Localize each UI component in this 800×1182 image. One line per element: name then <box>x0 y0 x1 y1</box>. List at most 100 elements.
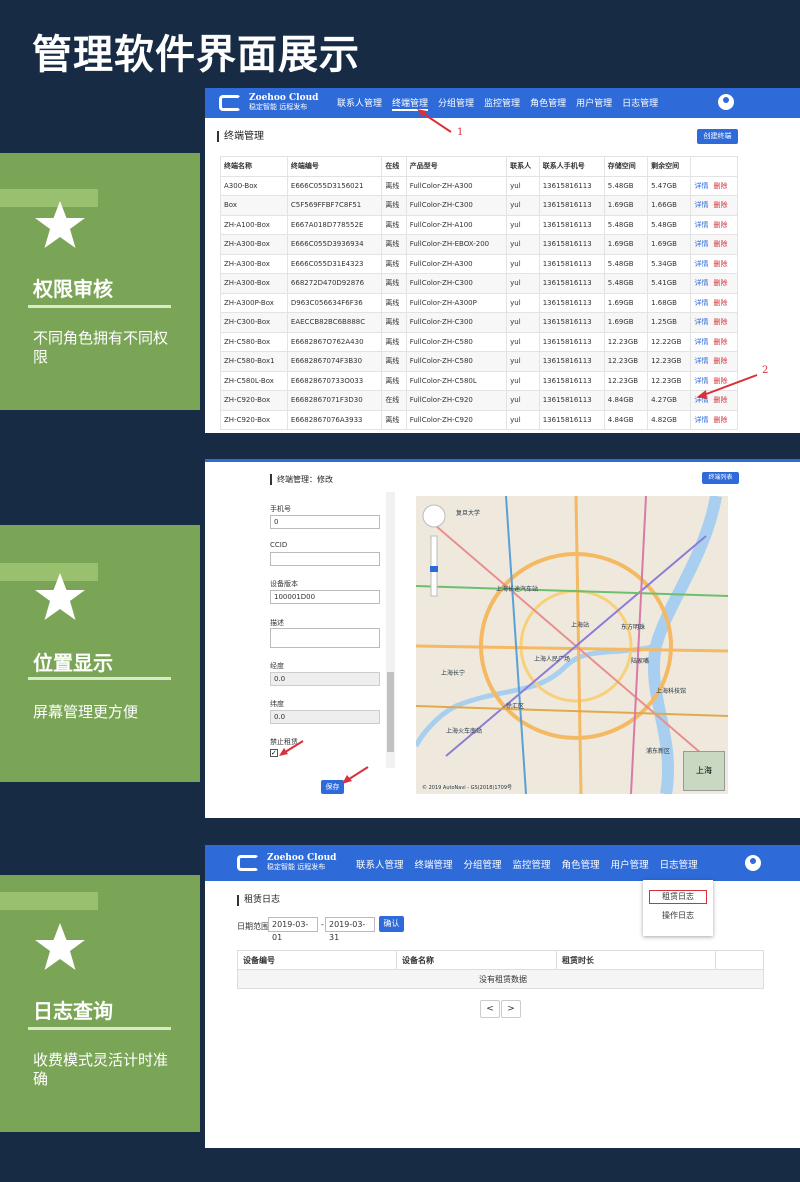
field-label: 纬度 <box>270 700 284 708</box>
feature-desc: 收费模式灵活计时准确 <box>33 1051 169 1088</box>
column-header: 设备名称 <box>396 950 557 970</box>
ccid-input[interactable] <box>270 552 380 566</box>
nav-item-contacts[interactable]: 联系人管理 <box>356 857 404 871</box>
map-label: 浦东新区 <box>646 748 671 755</box>
user-avatar-icon[interactable] <box>745 855 761 871</box>
detail-link[interactable]: 详情 <box>694 221 708 229</box>
terminal-list-button[interactable]: 终端列表 <box>702 472 739 484</box>
nav-item-terminals[interactable]: 终端管理 <box>415 857 453 871</box>
description-input[interactable] <box>270 628 380 648</box>
detail-link[interactable]: 详情 <box>694 201 708 209</box>
detail-link[interactable]: 详情 <box>694 318 708 326</box>
table-cell: 1.69GB <box>603 234 649 255</box>
detail-link[interactable]: 详情 <box>694 299 708 307</box>
table-cell: 13615816113 <box>538 370 605 391</box>
detail-link[interactable]: 详情 <box>694 357 708 365</box>
table-cell: ZH-A300-Box <box>220 234 288 255</box>
table-cell: 5.41GB <box>647 273 692 294</box>
detail-link[interactable]: 详情 <box>694 338 708 346</box>
table-row: ZH-A100-Box E667A018D778552E 离线 FullColor-Z… <box>220 214 738 235</box>
feature-card-location: 位置显示 屏幕管理更方便 <box>0 525 200 782</box>
map-overview[interactable]: 上海 <box>683 751 725 791</box>
table-row: ZH-C580L-Box E66828670733O033 离线 FullColor-… <box>220 370 738 391</box>
brand-slogan: 稳定智能 远程发布 <box>249 103 308 111</box>
delete-link[interactable]: 删除 <box>713 318 727 326</box>
location-map[interactable]: 上海长途汽车站 上海站 上海人民广场 东方明珠 上海科技馆 上海火车南站 上海长… <box>416 496 728 794</box>
create-terminal-button[interactable]: 创建终端 <box>697 129 738 144</box>
date-from-input[interactable]: 2019-03-01 <box>268 917 318 942</box>
table-cell: 1.69GB <box>647 234 692 255</box>
terminal-table: 终端名称 终端编号 在线 产品型号 联系人 联系人手机号 存储空间 剩余空间 A… <box>220 156 738 430</box>
column-header: 在线 <box>381 156 407 177</box>
detail-link[interactable]: 详情 <box>694 416 708 424</box>
table-cell: 1.68GB <box>647 292 692 313</box>
nav-item-roles[interactable]: 角色管理 <box>562 857 600 871</box>
delete-link[interactable]: 删除 <box>713 221 727 229</box>
table-cell: 5.47GB <box>647 175 692 196</box>
scrollbar-thumb[interactable] <box>387 672 394 752</box>
nav-item-users[interactable]: 用户管理 <box>576 96 612 111</box>
device-version-input[interactable]: 100001D00 <box>270 590 380 604</box>
dropdown-item-rent-log[interactable]: 租赁日志 <box>649 890 707 904</box>
user-avatar-icon[interactable] <box>718 94 734 110</box>
feature-title: 权限审核 <box>33 277 113 301</box>
table-cell: FullColor-ZH-A300 <box>405 253 508 274</box>
nav-item-groups[interactable]: 分组管理 <box>464 857 502 871</box>
delete-link[interactable]: 删除 <box>713 357 727 365</box>
map-label: 上海长宁 <box>441 670 466 677</box>
table-cell: 13615816113 <box>538 331 605 352</box>
row-actions: 详情 删除 <box>690 234 738 255</box>
nav-item-roles[interactable]: 角色管理 <box>530 96 566 111</box>
nav-item-monitor[interactable]: 监控管理 <box>513 857 551 871</box>
table-cell: FullColor-ZH-C300 <box>405 312 508 333</box>
confirm-button[interactable]: 确认 <box>379 916 404 932</box>
nav-item-monitor[interactable]: 监控管理 <box>484 96 520 111</box>
detail-link[interactable]: 详情 <box>694 260 708 268</box>
nav-item-contacts[interactable]: 联系人管理 <box>337 96 382 111</box>
nav-item-users[interactable]: 用户管理 <box>611 857 649 871</box>
delete-link[interactable]: 删除 <box>713 182 727 190</box>
delete-link[interactable]: 删除 <box>713 240 727 248</box>
table-cell: 离线 <box>381 273 407 294</box>
map-label: 上海站 <box>571 622 590 629</box>
nav-item-logs[interactable]: 日志管理 <box>622 96 658 111</box>
delete-link[interactable]: 删除 <box>713 279 727 287</box>
delete-link[interactable]: 删除 <box>713 201 727 209</box>
detail-link[interactable]: 详情 <box>694 182 708 190</box>
phone-input[interactable]: 0 <box>270 515 380 529</box>
table-row: ZH-A300P-Box D963C056634F6F36 离线 FullColor-… <box>220 292 738 313</box>
map-label: 徐汇区 <box>506 703 525 710</box>
star-icon <box>35 573 85 620</box>
map-label: 上海长途汽车站 <box>496 586 539 593</box>
brand-name: Zoehoo Cloud <box>249 93 319 103</box>
dropdown-item-operation-log[interactable]: 操作日志 <box>649 910 707 922</box>
empty-state: 没有租赁数据 <box>237 969 764 989</box>
next-page-button[interactable]: > <box>501 1000 521 1018</box>
detail-link[interactable]: 详情 <box>694 279 708 287</box>
delete-link[interactable]: 删除 <box>713 338 727 346</box>
row-actions: 详情 删除 <box>690 195 738 216</box>
table-cell: 5.34GB <box>647 253 692 274</box>
delete-link[interactable]: 删除 <box>713 416 727 424</box>
table-cell: ZH-A300-Box <box>220 273 288 294</box>
table-cell: ZH-A300P-Box <box>220 292 288 313</box>
feature-title: 日志查询 <box>33 999 113 1023</box>
map-label: 上海火车南站 <box>446 728 483 735</box>
card-accent-strip <box>0 892 98 910</box>
delete-link[interactable]: 删除 <box>713 299 727 307</box>
table-cell: A300-Box <box>220 175 288 196</box>
date-to-input[interactable]: 2019-03-31 <box>325 917 375 942</box>
delete-link[interactable]: 删除 <box>713 260 727 268</box>
date-range-label: 日期范围 <box>237 922 269 931</box>
table-cell: E6682867076A3933 <box>286 409 383 430</box>
form-scrollbar[interactable] <box>386 492 395 768</box>
table-cell: 离线 <box>381 214 407 235</box>
column-header: 终端名称 <box>220 156 288 177</box>
nav-item-logs[interactable]: 日志管理 <box>660 857 698 871</box>
table-cell: ZH-C580L-Box <box>220 370 288 391</box>
rent-log-table: 设备编号 设备名称 租赁时长 没有租赁数据 <box>237 950 764 989</box>
prev-page-button[interactable]: < <box>480 1000 500 1018</box>
detail-link[interactable]: 详情 <box>694 240 708 248</box>
column-header: 终端编号 <box>286 156 383 177</box>
table-cell: 13615816113 <box>538 409 605 430</box>
